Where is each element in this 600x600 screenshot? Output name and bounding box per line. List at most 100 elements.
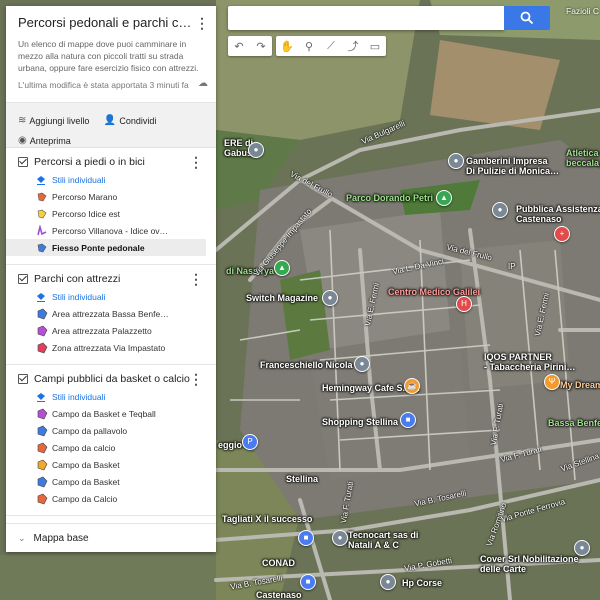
directions-icon[interactable]: ⤴ <box>342 36 364 56</box>
map-poi[interactable]: Stellina <box>286 474 318 484</box>
parking-pin-icon[interactable]: P <box>242 434 258 450</box>
feature-item[interactable]: Percorso Marano <box>6 188 206 205</box>
share-label: Condividi <box>119 116 157 126</box>
layer-options-icon[interactable]: ⋮ <box>188 372 204 386</box>
map-poi[interactable]: Castenaso <box>256 590 302 600</box>
preview-button[interactable]: ◉ Anteprima <box>18 135 71 147</box>
layer-visibility-checkbox[interactable] <box>18 274 28 284</box>
layer-percorsi: Percorsi a piedi o in bici ⋮ Stili indiv… <box>6 148 216 265</box>
feature-item[interactable]: Campo da pallavolo <box>6 422 206 439</box>
place-pin-icon[interactable]: ● <box>332 530 348 546</box>
measure-icon[interactable]: ▭ <box>364 36 386 56</box>
feature-item[interactable]: Campo da Basket <box>6 456 206 473</box>
hand-tool-icon[interactable]: ✋ <box>276 36 298 56</box>
feature-item[interactable]: Percorso Villanova - Idice ov… <box>6 222 206 239</box>
layer-visibility-checkbox[interactable] <box>18 157 28 167</box>
map-header: Percorsi pedonali e parchi con att… ⋮ Un… <box>6 6 216 103</box>
feature-item[interactable]: Campo da calcio <box>6 439 206 456</box>
feature-item[interactable]: Campo da Basket <box>6 473 206 490</box>
map-poi[interactable]: Gamberini Impresa Di Pulizie di Monica… <box>466 156 559 176</box>
style-label: Stili individuali <box>52 392 106 402</box>
layer-visibility-checkbox[interactable] <box>18 374 28 384</box>
path-icon <box>37 192 47 201</box>
area-icon <box>37 308 48 319</box>
basemap-toggle[interactable]: ⌄ Mappa base <box>6 523 216 552</box>
feature-item[interactable]: Campo da Calcio <box>6 490 206 507</box>
map-poi[interactable]: Atletica C beccala… <box>566 148 600 168</box>
more-options-icon[interactable]: ⋮ <box>194 16 210 30</box>
map-toolbar: ↶ ↷ ✋ ⚲ ⟋ ⤴ ▭ <box>228 36 386 56</box>
style-label: Stili individuali <box>52 292 106 302</box>
layer-options-icon[interactable]: ⋮ <box>188 272 204 286</box>
map-poi[interactable]: Shopping Stellina <box>322 417 398 427</box>
hospital-pin-icon[interactable]: H <box>456 296 472 312</box>
map-description[interactable]: Un elenco di mappe dove puoi camminare i… <box>18 38 208 74</box>
place-pin-icon[interactable]: ● <box>380 574 396 590</box>
line-icon <box>37 224 47 235</box>
map-poi[interactable]: Tagliati X il successo <box>222 514 312 524</box>
feature-label: Percorso Marano <box>52 191 118 202</box>
redo-icon[interactable]: ↷ <box>250 36 272 56</box>
share-button[interactable]: 👤 Condividi <box>104 115 156 127</box>
map-poi[interactable]: Franceschiello Nicola <box>260 360 353 370</box>
map-poi[interactable]: Parco Dorando Petri <box>346 193 433 203</box>
shop-pin-icon[interactable]: ■ <box>400 412 416 428</box>
map-poi[interactable]: My Dream <box>560 380 600 390</box>
place-pin-icon[interactable]: ● <box>574 540 590 556</box>
feature-item[interactable]: Area attrezzata Palazzetto <box>6 322 206 339</box>
layer-title[interactable]: Percorsi a piedi o in bici <box>34 156 145 168</box>
panel-actions: ≋ Aggiungi livello 👤 Condividi ◉ Anteprima <box>6 103 216 148</box>
style-label: Stili individuali <box>52 175 106 185</box>
feature-item[interactable]: Percorso Idice est <box>6 205 206 222</box>
path-icon <box>37 243 47 252</box>
layer-style-link[interactable]: Stili individuali <box>6 172 216 188</box>
map-poi[interactable]: Hp Corse <box>402 578 442 588</box>
food-pin-icon[interactable]: Ψ <box>544 374 560 390</box>
feature-label: Zona attrezzata Via Impastato <box>52 342 166 353</box>
shop-pin-icon[interactable]: ■ <box>298 530 314 546</box>
add-layer-button[interactable]: ≋ Aggiungi livello <box>18 115 89 127</box>
add-marker-icon[interactable]: ⚲ <box>298 36 320 56</box>
place-pin-icon[interactable]: ● <box>322 290 338 306</box>
area-icon <box>37 342 48 353</box>
layer-title[interactable]: Parchi con attrezzi <box>34 273 120 285</box>
paint-bucket-icon <box>37 176 45 185</box>
shop-pin-icon[interactable]: ■ <box>300 574 316 590</box>
feature-label: Campo da Calcio <box>52 493 118 504</box>
map-poi[interactable]: Pubblica Assistenza Castenaso <box>516 204 600 224</box>
map-poi[interactable]: eggio <box>218 440 242 450</box>
feature-item-selected[interactable]: Fiesso Ponte pedonale <box>6 239 206 256</box>
place-pin-icon[interactable]: ● <box>492 202 508 218</box>
map-poi[interactable]: IQOS PARTNER - Tabaccheria Pirini… <box>484 352 575 372</box>
park-pin-icon[interactable]: ▲ <box>274 260 290 276</box>
feature-item[interactable]: Area attrezzata Bassa Benfe… <box>6 305 206 322</box>
feature-item[interactable]: Campo da Basket e Teqball <box>6 405 206 422</box>
hospital-pin-icon[interactable]: + <box>554 226 570 242</box>
layer-title[interactable]: Campi pubblici da basket o calcio <box>34 373 190 385</box>
map-poi[interactable]: Switch Magazine <box>246 293 318 303</box>
undo-icon[interactable]: ↶ <box>228 36 250 56</box>
search-icon <box>520 11 534 25</box>
feature-label: Fiesso Ponte pedonale <box>52 242 145 253</box>
layer-style-link[interactable]: Stili individuali <box>6 289 216 305</box>
search-input[interactable] <box>228 6 504 30</box>
area-icon <box>37 408 48 419</box>
map-poi[interactable]: CONAD <box>262 558 295 568</box>
cafe-pin-icon[interactable]: ☕ <box>404 378 420 394</box>
map-poi[interactable]: Bassa Benfenati <box>548 418 600 428</box>
map-poi[interactable]: Cover Srl Nobilitazione delle Carte <box>480 554 579 574</box>
map-poi[interactable]: Tecnocart sas di Natali A & C <box>348 530 418 550</box>
layers-panel: Percorsi pedonali e parchi con att… ⋮ Un… <box>6 6 216 552</box>
area-icon <box>37 325 48 336</box>
search-button[interactable] <box>504 6 550 30</box>
map-title[interactable]: Percorsi pedonali e parchi con att… <box>18 14 198 32</box>
feature-item[interactable]: Zona attrezzata Via Impastato <box>6 339 206 356</box>
layer-parchi: Parchi con attrezzi ⋮ Stili individuali … <box>6 265 216 365</box>
place-pin-icon[interactable]: ● <box>448 153 464 169</box>
draw-line-icon[interactable]: ⟋ <box>320 36 342 56</box>
layer-options-icon[interactable]: ⋮ <box>188 155 204 169</box>
place-pin-icon[interactable]: ● <box>248 142 264 158</box>
layer-style-link[interactable]: Stili individuali <box>6 389 216 405</box>
park-pin-icon[interactable]: ▲ <box>436 190 452 206</box>
place-pin-icon[interactable]: ● <box>354 356 370 372</box>
